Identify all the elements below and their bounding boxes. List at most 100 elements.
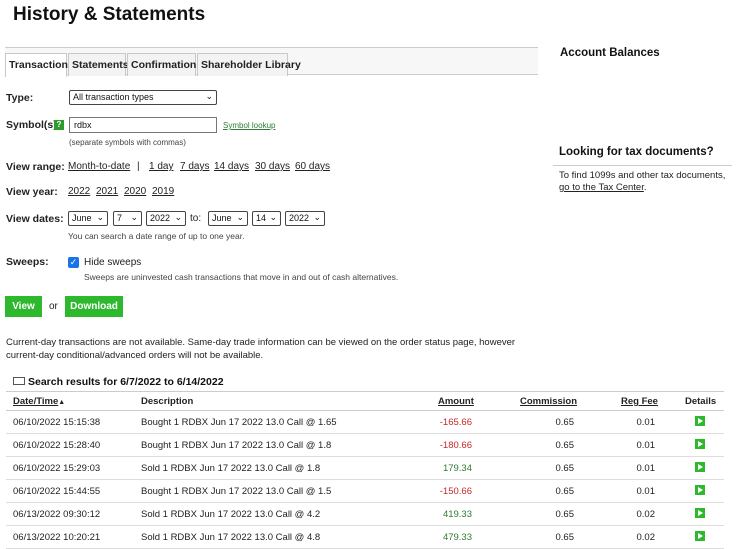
search-results-heading: Search results for 6/7/2022 to 6/14/2022: [13, 376, 224, 388]
tax-center-link[interactable]: go to the Tax Center: [559, 182, 644, 193]
hide-sweeps-label: Hide sweeps: [84, 257, 142, 268]
sidebar-divider: [553, 165, 732, 166]
chevron-down-icon: ⌄: [205, 91, 213, 101]
cell-amount: -150.66: [439, 486, 472, 497]
chevron-down-icon: ⌄: [236, 212, 244, 222]
col-description: Description: [141, 396, 194, 407]
cell-reg-fee: 0.01: [636, 463, 656, 474]
chevron-down-icon: ⌄: [174, 212, 182, 222]
col-details: Details: [685, 396, 717, 407]
symbols-input[interactable]: rdbx: [69, 117, 217, 133]
year-2020[interactable]: 2020: [124, 186, 146, 197]
from-year-value: 2022: [150, 213, 171, 223]
range-7-days[interactable]: 7 days: [180, 161, 209, 172]
tab-statements[interactable]: Statements: [68, 53, 129, 76]
range-60-days[interactable]: 60 days: [295, 161, 330, 172]
year-2021[interactable]: 2021: [96, 186, 118, 197]
cell-datetime: 06/10/2022 15:29:03: [13, 463, 101, 474]
tax-end: .: [643, 182, 647, 193]
view-dates-label: View dates:: [6, 213, 64, 225]
play-icon[interactable]: [695, 462, 705, 472]
cell-datetime: 06/10/2022 15:44:55: [13, 486, 101, 497]
cell-datetime: 06/10/2022 15:28:40: [13, 440, 101, 451]
table-row: 06/10/2022 15:15:38 Bought 1 RDBX Jun 17 …: [6, 411, 724, 434]
or-text: or: [49, 301, 58, 312]
col-amount[interactable]: Amount: [438, 396, 474, 407]
chevron-down-icon: ⌄: [313, 212, 321, 222]
download-button[interactable]: Download: [65, 296, 123, 317]
table-row: 06/13/2022 09:30:12 Sold 1 RDBX Jun 17 20…: [6, 503, 724, 526]
range-1-day[interactable]: 1 day: [149, 161, 173, 172]
table-row: 06/10/2022 15:44:55 Bought 1 RDBX Jun 17 …: [6, 480, 724, 503]
cell-commission: 0.65: [555, 486, 575, 497]
sweeps-label: Sweeps:: [6, 256, 49, 268]
col-commission[interactable]: Commission: [520, 396, 577, 407]
to-day-value: 14: [256, 213, 267, 223]
view-button[interactable]: View: [5, 296, 42, 317]
cell-reg-fee: 0.02: [636, 532, 656, 543]
cell-description: Sold 1 RDBX Jun 17 2022 13.0 Call @ 4.2: [141, 509, 321, 520]
range-separator: |: [137, 161, 140, 172]
col-reg-fee[interactable]: Reg Fee: [621, 396, 658, 407]
year-2019[interactable]: 2019: [152, 186, 174, 197]
cell-datetime: 06/10/2022 15:15:38: [13, 417, 101, 428]
type-select[interactable]: All transaction types ⌄: [69, 90, 217, 105]
table-row: 06/10/2022 15:28:40 Bought 1 RDBX Jun 17 …: [6, 434, 724, 457]
to-year-select[interactable]: 2022 ⌄: [285, 211, 325, 226]
cell-amount: -180.66: [439, 440, 472, 451]
col-datetime-label: Date/Time: [13, 396, 59, 407]
table-header: Date/Time▲ Description Amount Commission…: [6, 391, 724, 411]
cell-amount: 419.33: [442, 509, 472, 520]
play-icon[interactable]: [695, 531, 705, 541]
cell-datetime: 06/13/2022 09:30:12: [13, 509, 101, 520]
col-datetime[interactable]: Date/Time▲: [13, 396, 65, 407]
play-icon[interactable]: [695, 416, 705, 426]
hide-sweeps-checkbox[interactable]: ✓: [68, 257, 79, 268]
page-title: History & Statements: [13, 4, 206, 25]
cell-commission: 0.65: [555, 417, 575, 428]
tab-confirmations[interactable]: Confirmations: [127, 53, 202, 76]
chevron-down-icon: ⌄: [96, 212, 104, 222]
tab-transactions[interactable]: Transactions: [5, 53, 74, 77]
cell-description: Bought 1 RDBX Jun 17 2022 13.0 Call @ 1.…: [141, 440, 332, 451]
chevron-down-icon: ⌄: [269, 212, 277, 222]
tax-documents-text: To find 1099s and other tax documents, g…: [559, 170, 731, 194]
table-row: 06/13/2022 10:20:21 Sold 1 RDBX Jun 17 20…: [6, 526, 724, 549]
play-icon[interactable]: [695, 485, 705, 495]
cell-commission: 0.65: [555, 532, 575, 543]
table-row: 06/10/2022 15:29:03 Sold 1 RDBX Jun 17 20…: [6, 457, 724, 480]
play-icon[interactable]: [695, 508, 705, 518]
cell-amount: 479.33: [442, 532, 472, 543]
sweeps-note: Sweeps are uninvested cash transactions …: [84, 272, 399, 282]
year-2022[interactable]: 2022: [68, 186, 90, 197]
cell-reg-fee: 0.01: [636, 440, 656, 451]
to-day-select[interactable]: 14 ⌄: [252, 211, 281, 226]
from-month-select[interactable]: June ⌄: [68, 211, 108, 226]
to-label: to:: [190, 213, 202, 224]
cell-reg-fee: 0.02: [636, 509, 656, 520]
view-range-label: View range:: [6, 161, 65, 173]
info-text: Current-day transactions are not availab…: [6, 337, 516, 361]
cell-commission: 0.65: [555, 440, 575, 451]
play-icon[interactable]: [695, 439, 705, 449]
tab-shareholder-library[interactable]: Shareholder Library: [197, 53, 301, 76]
symbol-lookup-link[interactable]: Symbol lookup: [223, 121, 275, 130]
cell-datetime: 06/13/2022 10:20:21: [13, 532, 101, 543]
cell-reg-fee: 0.01: [636, 486, 656, 497]
cell-commission: 0.65: [555, 463, 575, 474]
range-month-to-date[interactable]: Month-to-date: [68, 161, 130, 172]
from-year-select[interactable]: 2022 ⌄: [146, 211, 186, 226]
to-month-select[interactable]: June ⌄: [208, 211, 248, 226]
from-day-select[interactable]: 7 ⌄: [113, 211, 142, 226]
account-balances-title: Account Balances: [560, 47, 660, 59]
sort-asc-icon: ▲: [58, 399, 66, 406]
search-results-text: Search results for 6/7/2022 to 6/14/2022: [28, 376, 224, 388]
help-icon[interactable]: ?: [54, 120, 64, 130]
tax-documents-title: Looking for tax documents?: [559, 146, 714, 158]
envelope-icon: [13, 377, 25, 385]
cell-description: Bought 1 RDBX Jun 17 2022 13.0 Call @ 1.…: [141, 486, 332, 497]
range-30-days[interactable]: 30 days: [255, 161, 290, 172]
from-month-value: June: [72, 213, 92, 223]
type-label: Type:: [6, 92, 34, 104]
range-14-days[interactable]: 14 days: [214, 161, 249, 172]
